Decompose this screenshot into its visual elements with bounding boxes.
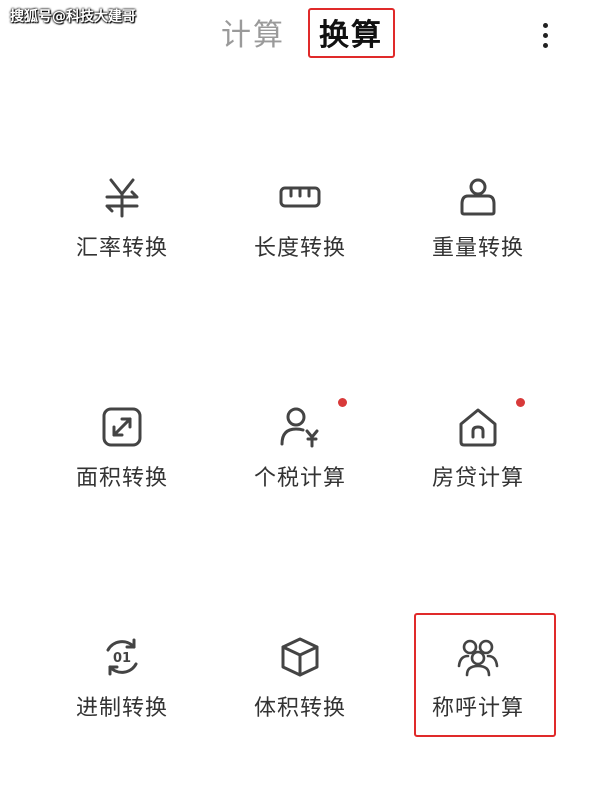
grid-item-area[interactable]: 面积转换: [32, 406, 212, 516]
grid-item-mortgage[interactable]: 房贷计算: [388, 398, 568, 516]
grid-item-label: 个税计算: [253, 466, 346, 491]
person-yuan-icon: [279, 406, 321, 448]
grid-item-exchange-rate[interactable]: 汇率转换: [32, 176, 212, 286]
grid-item-label: 汇率转换: [75, 236, 168, 261]
grid-item-label: 房贷计算: [431, 466, 524, 491]
cube-icon: [279, 636, 321, 678]
grid-item-label: 长度转换: [253, 236, 346, 261]
binary-cycle-icon: 01: [101, 636, 143, 678]
new-badge-dot: [338, 398, 347, 407]
area-expand-icon: [101, 406, 143, 448]
new-badge-dot: [516, 398, 525, 407]
grid-item-income-tax[interactable]: 个税计算: [210, 398, 390, 516]
grid-item-length[interactable]: 长度转换: [210, 176, 390, 286]
grid-item-label: 称呼计算: [431, 696, 524, 721]
grid-item-label: 面积转换: [75, 466, 168, 491]
grid-item-volume[interactable]: 体积转换: [210, 636, 390, 746]
grid-item-number-base[interactable]: 01 进制转换: [32, 636, 212, 746]
weight-icon: [457, 176, 499, 218]
grid-item-label: 进制转换: [75, 696, 168, 721]
grid-item-weight[interactable]: 重量转换: [388, 176, 568, 286]
more-dot-icon: [543, 33, 548, 38]
more-dot-icon: [543, 23, 548, 28]
top-tab-bar: 计算 换算: [0, 0, 600, 72]
more-dot-icon: [543, 43, 548, 48]
ruler-icon: [279, 176, 321, 218]
grid-item-label: 重量转换: [431, 236, 524, 261]
tab-convert[interactable]: 换算: [319, 14, 383, 58]
more-menu-button[interactable]: [534, 20, 558, 52]
people-group-icon: [457, 636, 499, 678]
app-page: 搜狐号@科技大建哥 计算 换算 汇率转换 长度转换 重量转换 面积转换 个税计算…: [0, 0, 600, 801]
house-icon: [457, 406, 499, 448]
grid-item-relative-title[interactable]: 称呼计算: [388, 636, 568, 746]
grid-item-label: 体积转换: [253, 696, 346, 721]
svg-text:01: 01: [113, 651, 131, 666]
tab-calculate[interactable]: 计算: [221, 14, 285, 58]
yuan-exchange-icon: [101, 176, 143, 218]
